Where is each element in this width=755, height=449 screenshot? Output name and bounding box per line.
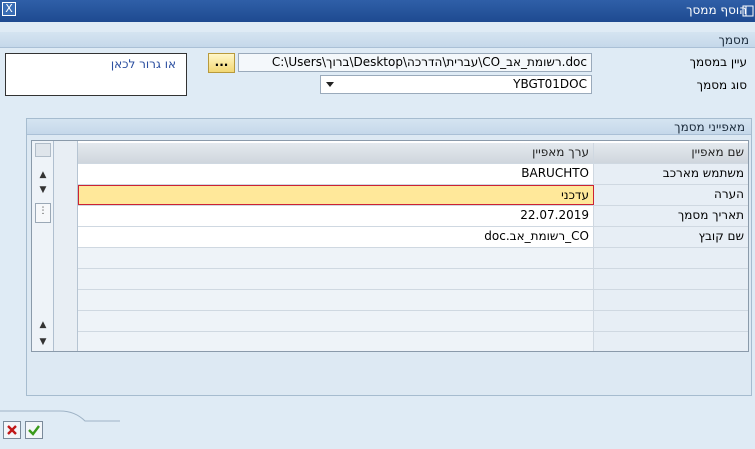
select-all-button[interactable] [35,143,51,157]
property-value-input[interactable]: עדכני [78,185,594,205]
property-value-cell[interactable]: CO_רשומת_אב.doc [78,227,594,247]
title-bar: X הוסף ממסך [0,0,755,22]
property-name-cell: משתמש מארכב [594,164,748,184]
row-selector-column[interactable] [54,141,78,351]
property-value-cell[interactable]: 22.07.2019 [78,206,594,226]
empty-row [78,248,748,269]
column-header-value[interactable]: ערך מאפיין [78,143,594,163]
empty-row [78,290,748,311]
table-row[interactable]: CO_רשומת_אב.doc שם קובץ [78,227,748,248]
empty-row [78,311,748,332]
cancel-button[interactable] [3,421,21,439]
empty-row [78,269,748,290]
browse-button[interactable]: ... [208,53,235,73]
window-app-icon [742,5,754,17]
window-title: הוסף ממסך [686,3,747,17]
properties-section-title: מאפייני מסמך [674,120,745,134]
footer-divider [0,410,120,422]
scroll-up-icon[interactable]: ▲ [35,168,51,182]
properties-section-header: מאפייני מסמך [27,119,751,135]
property-name-cell: תאריך מסמך [594,206,748,226]
column-header-name[interactable]: שם מאפיין [594,143,748,163]
document-section-title: מסמך [718,33,749,47]
doctype-value: YBGT01DOC [513,77,587,91]
document-section-header: מסמך [0,32,755,48]
confirm-icon [28,425,40,436]
property-name-cell: הערה [594,185,748,205]
chevron-down-icon [326,82,334,87]
document-path-field[interactable]: C:\Users\ברוך\Desktop\עברית\הדרכה\CO_רשו… [238,53,592,72]
cancel-icon [7,425,17,435]
scroll-down-icon[interactable]: ▼ [35,183,51,197]
table-header-row: ערך מאפיין שם מאפיין [78,143,748,164]
doctype-label: סוג מסמך [696,78,747,92]
properties-table: ▲ ▼ ⋮ ▲ ▼ ערך מאפיין שם מאפיין BARUCHTO … [31,140,749,352]
property-value-cell[interactable]: BARUCHTO [78,164,594,184]
property-name-cell: שם קובץ [594,227,748,247]
table-row[interactable]: 22.07.2019 תאריך מסמך [78,206,748,227]
scroll-thumb[interactable]: ⋮ [35,203,51,223]
scroll-page-down-icon[interactable]: ▼ [35,335,51,349]
empty-row [78,332,748,351]
drop-target-label: או גרור לכאן [110,57,176,71]
window-close-button[interactable]: X [2,2,16,16]
table-row[interactable]: עדכני הערה [78,185,748,206]
table-row[interactable]: BARUCHTO משתמש מארכב [78,164,748,185]
vertical-scrollbar[interactable]: ▲ ▼ ⋮ ▲ ▼ [32,141,54,351]
drop-target[interactable]: או גרור לכאן [5,53,187,96]
document-path-value: C:\Users\ברוך\Desktop\עברית\הדרכה\CO_רשו… [271,55,587,69]
browse-document-label: עיין במסמך [689,55,747,69]
confirm-button[interactable] [25,421,43,439]
scroll-page-up-icon[interactable]: ▲ [35,318,51,332]
doctype-select[interactable]: YBGT01DOC [320,75,592,94]
